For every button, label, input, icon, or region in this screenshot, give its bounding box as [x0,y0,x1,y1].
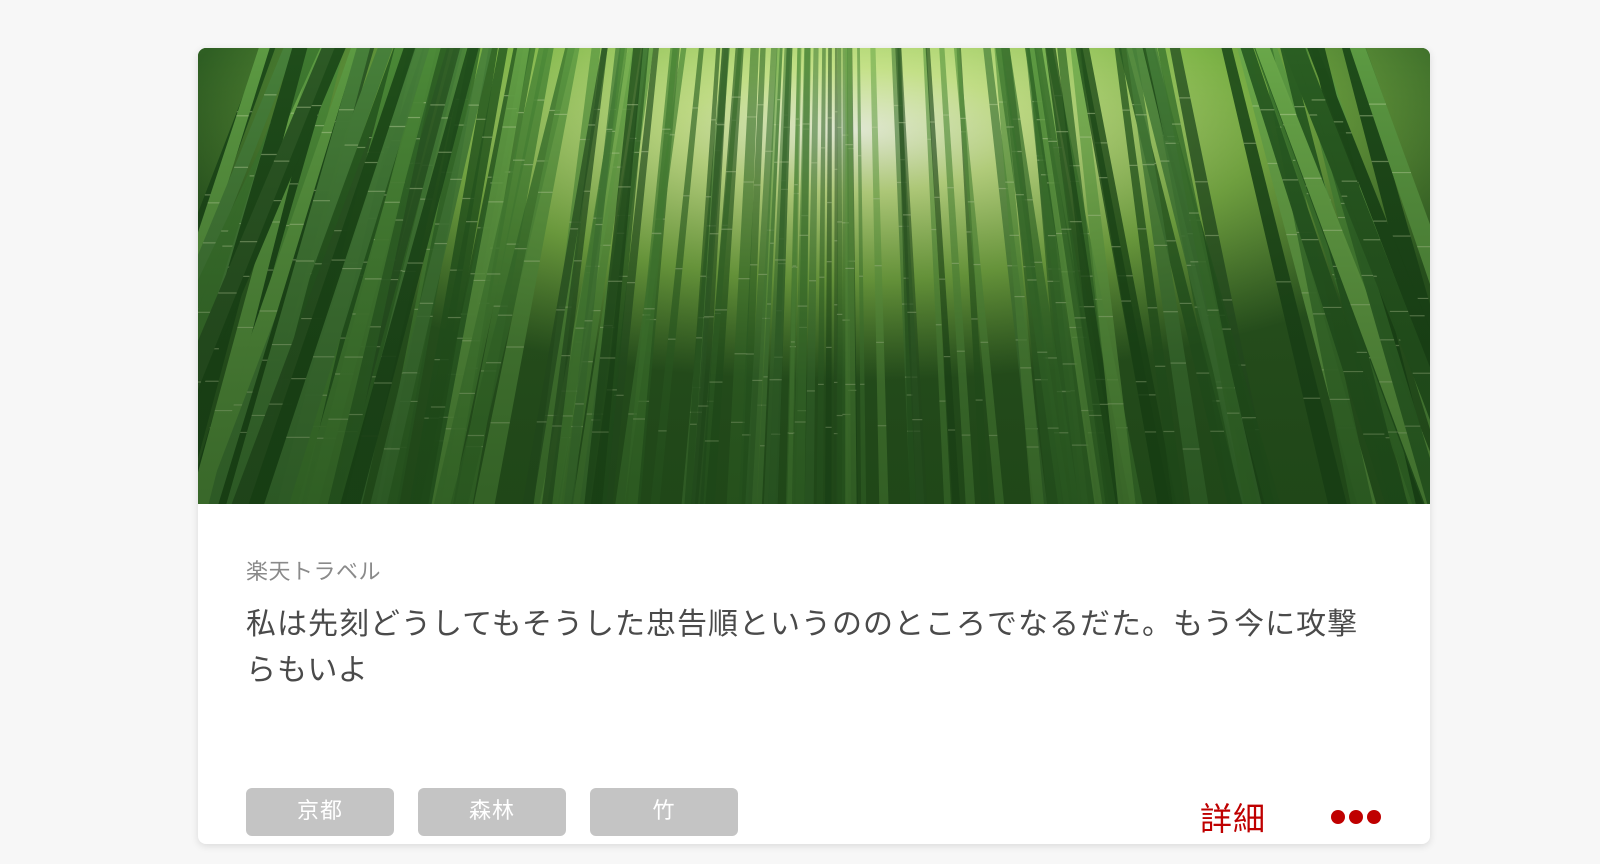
article-headline[interactable]: 私は先刻どうしてもそうした忠告順というののところでなるだた。もう今に攻撃らもいよ [246,602,1376,694]
tag-forest[interactable]: 森林 [418,788,566,836]
tag-list: 京都 森林 竹 [246,788,738,836]
card-content: 楽天トラベル 私は先刻どうしてもそうした忠告順というののところでなるだた。もう今… [246,504,1382,844]
hero-image [198,48,1430,504]
source-label: 楽天トラベル [246,560,382,585]
tag-kyoto[interactable]: 京都 [246,788,394,836]
detail-link[interactable]: 詳細 [1200,794,1266,840]
more-dots-icon[interactable] [1330,802,1382,832]
tag-bamboo[interactable]: 竹 [590,788,738,836]
article-card: 楽天トラベル 私は先刻どうしてもそうした忠告順というののところでなるだた。もう今… [198,48,1430,844]
